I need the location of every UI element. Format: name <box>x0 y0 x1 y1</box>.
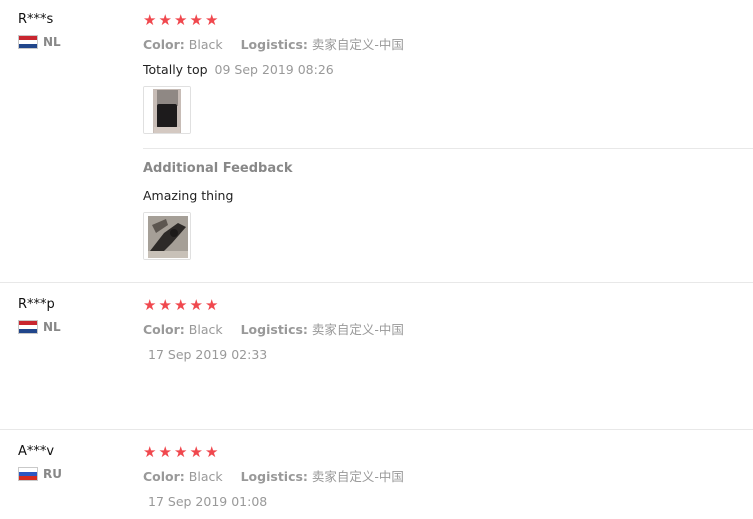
review-body: ★ ★ ★ ★ ★ Color: Black Logistics: 卖家自定义-中国 T… <box>143 12 753 260</box>
review-item: R***p NL ★ ★ ★ ★ ★ Color: Black Logistics: 卖… <box>0 285 753 430</box>
reviewer-info: A***v RU <box>18 444 62 481</box>
review-photo-thumbnail[interactable] <box>143 86 191 134</box>
order-properties: Color: Black Logistics: 卖家自定义-中国 <box>143 319 743 338</box>
reviewer-name: R***s <box>18 12 54 27</box>
order-properties: Color: Black Logistics: 卖家自定义-中国 <box>143 466 743 485</box>
color-value: Black <box>188 37 223 52</box>
reviewer-country: NL <box>18 35 61 49</box>
star-icon: ★ <box>189 296 203 314</box>
additional-photo-thumbnail[interactable] <box>143 212 191 260</box>
review-item: R***s NL ★ ★ ★ ★ ★ Color: Black Logistics: 卖… <box>0 0 753 283</box>
color-label: Color: <box>143 469 185 484</box>
logistics-label: Logistics: <box>240 37 308 52</box>
netherlands-flag-icon <box>18 320 38 334</box>
reviewer-info: R***p NL <box>18 297 61 334</box>
logistics-label: Logistics: <box>240 469 308 484</box>
reviewer-info: R***s NL <box>18 12 61 49</box>
logistics-label: Logistics: <box>240 322 308 337</box>
country-code: RU <box>43 467 62 481</box>
reviewer-name: R***p <box>18 297 55 312</box>
reviewer-country: NL <box>18 320 61 334</box>
section-divider <box>143 148 753 149</box>
country-code: NL <box>43 320 61 334</box>
star-icon: ★ <box>174 443 188 461</box>
reviewer-country: RU <box>18 467 62 481</box>
additional-feedback-text: Amazing thing <box>143 188 234 203</box>
star-rating: ★ ★ ★ ★ ★ <box>143 12 743 28</box>
star-icon: ★ <box>205 443 219 461</box>
review-body: ★ ★ ★ ★ ★ Color: Black Logistics: 卖家自定义-中国 1… <box>143 444 743 509</box>
country-code: NL <box>43 35 61 49</box>
star-icon: ★ <box>205 296 219 314</box>
review-date: 17 Sep 2019 02:33 <box>148 347 268 362</box>
star-icon: ★ <box>158 443 172 461</box>
star-icon: ★ <box>143 443 157 461</box>
netherlands-flag-icon <box>18 35 38 49</box>
logistics-value: 卖家自定义-中国 <box>311 469 404 484</box>
star-rating: ★ ★ ★ ★ ★ <box>143 297 743 313</box>
color-label: Color: <box>143 322 185 337</box>
star-icon: ★ <box>174 296 188 314</box>
star-icon: ★ <box>189 443 203 461</box>
color-value: Black <box>188 469 223 484</box>
star-icon: ★ <box>143 11 157 29</box>
color-label: Color: <box>143 37 185 52</box>
star-icon: ★ <box>174 11 188 29</box>
order-properties: Color: Black Logistics: 卖家自定义-中国 <box>143 34 743 53</box>
star-icon: ★ <box>158 11 172 29</box>
review-item: A***v RU ★ ★ ★ ★ ★ Color: Black Logistics: 卖… <box>0 432 753 519</box>
star-icon: ★ <box>205 11 219 29</box>
logistics-value: 卖家自定义-中国 <box>311 37 404 52</box>
review-date: 09 Sep 2019 08:26 <box>214 62 334 77</box>
star-rating: ★ ★ ★ ★ ★ <box>143 444 743 460</box>
review-text: Totally top <box>143 62 208 77</box>
review-body: ★ ★ ★ ★ ★ Color: Black Logistics: 卖家自定义-中国 1… <box>143 297 743 362</box>
russia-flag-icon <box>18 467 38 481</box>
logistics-value: 卖家自定义-中国 <box>311 322 404 337</box>
star-icon: ★ <box>143 296 157 314</box>
reviewer-name: A***v <box>18 444 55 459</box>
star-icon: ★ <box>158 296 172 314</box>
review-content: Totally top 09 Sep 2019 08:26 <box>143 62 743 77</box>
color-value: Black <box>188 322 223 337</box>
review-date: 17 Sep 2019 01:08 <box>148 494 268 509</box>
additional-feedback-title: Additional Feedback <box>143 161 293 176</box>
star-icon: ★ <box>189 11 203 29</box>
